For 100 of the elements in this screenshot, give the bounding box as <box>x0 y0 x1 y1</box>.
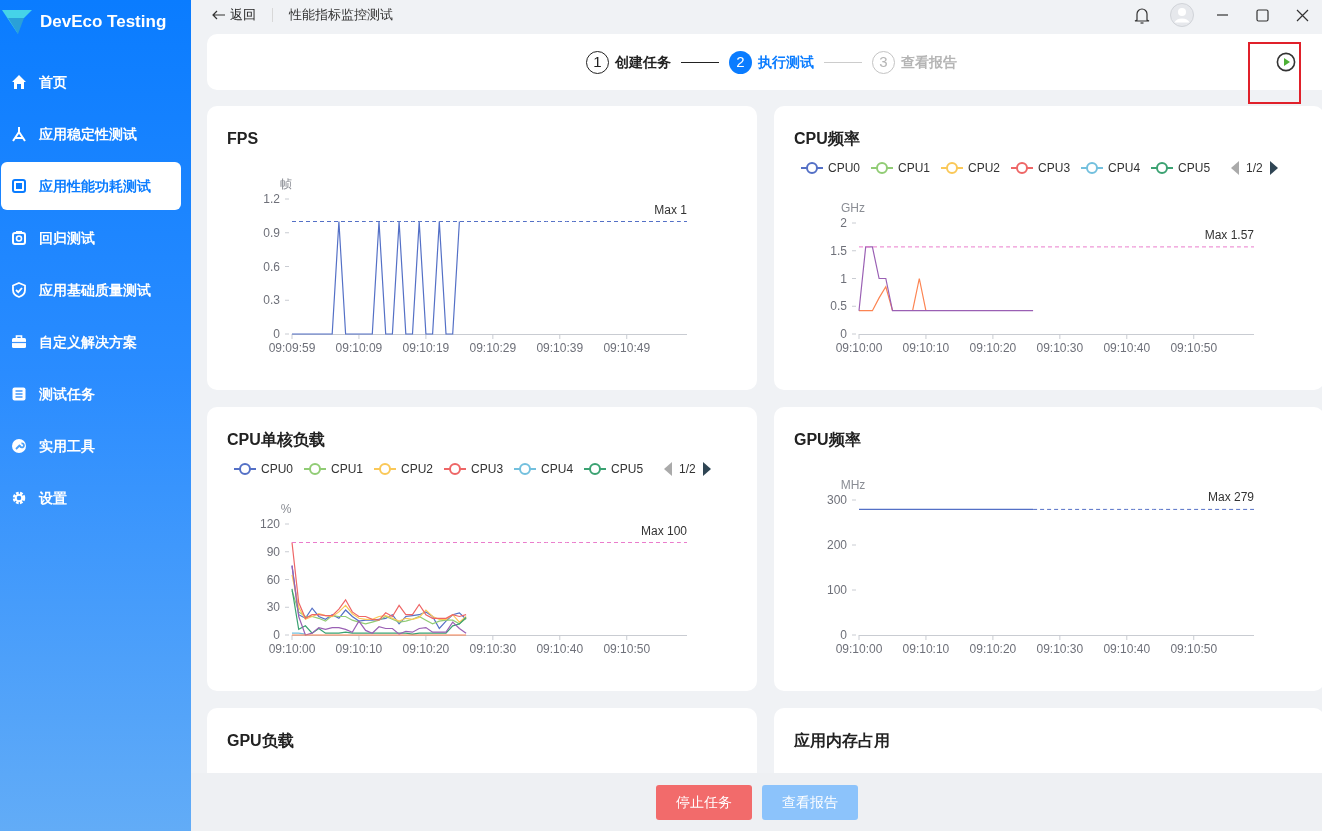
axis-label: 09:10:40 <box>1103 341 1151 355</box>
axis-label: 09:10:49 <box>603 341 651 355</box>
axis-label: 0 <box>273 628 280 642</box>
axis-label: 09:10:19 <box>402 341 450 355</box>
max-label: Max 1 <box>654 202 687 217</box>
step-number: 2 <box>729 50 752 74</box>
axis-label: 0.6 <box>263 259 280 274</box>
axis-label: 2 <box>840 216 847 230</box>
axis-label: 0.9 <box>263 225 280 240</box>
max-label: Max 279 <box>1207 490 1254 505</box>
axis-label: 09:10:50 <box>603 642 651 656</box>
sidebar-item[interactable]: 应用性能功耗测试 <box>1 162 181 210</box>
axis-label: 1 <box>840 271 847 286</box>
axis-label: 100 <box>826 583 847 597</box>
legend-item[interactable]: CPU5 <box>583 460 644 478</box>
app-name: DevEco Testing <box>40 11 167 34</box>
axis-label: 90 <box>266 544 280 559</box>
axis-title: GHz <box>841 201 865 215</box>
axis-label: 0 <box>840 327 847 341</box>
card-title: CPU频率 <box>794 130 860 147</box>
axis-label: 09:10:30 <box>1036 642 1084 656</box>
axis-label: 09:10:00 <box>268 642 316 656</box>
axis-label: 09:09:59 <box>268 341 316 355</box>
axis-title: MHz <box>840 478 866 492</box>
legend-item[interactable]: CPU3 <box>443 460 504 478</box>
previous-page-button[interactable] <box>663 462 674 476</box>
axis-label: 09:10:00 <box>835 642 883 656</box>
axis-label: 60 <box>266 572 280 587</box>
legend-item[interactable]: CPU2 <box>373 460 434 478</box>
step-label: 创建任务 <box>615 52 671 72</box>
legend-item[interactable]: CPU3 <box>1010 159 1071 177</box>
avatar-icon <box>1170 3 1194 27</box>
legend-item[interactable]: CPU4 <box>513 460 574 478</box>
play-button[interactable] <box>1276 52 1296 72</box>
axis-label: 0.5 <box>830 299 847 314</box>
triangle-right-icon <box>701 462 712 476</box>
camera-icon <box>11 230 27 246</box>
axis-label: 09:10:20 <box>402 642 450 656</box>
axis-label: 09:10:30 <box>1036 341 1084 355</box>
legend-item[interactable]: CPU2 <box>940 159 1001 177</box>
axis-title: % <box>280 502 292 516</box>
sidebar-item[interactable]: 应用稳定性测试 <box>1 110 181 158</box>
home-icon <box>11 74 27 90</box>
settings-icon <box>11 490 27 506</box>
axis-label: 30 <box>266 600 280 615</box>
close-icon <box>1295 8 1309 22</box>
axis-label: 0 <box>840 628 847 642</box>
page-indicator: 1/2 <box>679 461 696 478</box>
axis-label: 120 <box>259 517 280 531</box>
triangle-right-icon <box>1268 161 1279 175</box>
axis-label: 09:10:50 <box>1170 642 1218 656</box>
list-icon <box>11 386 27 402</box>
axis-label: 09:10:20 <box>969 341 1017 355</box>
axis-label: 09:10:10 <box>335 642 383 656</box>
axis-label: 09:10:30 <box>469 642 517 656</box>
max-label: Max 100 <box>640 523 687 538</box>
legend-item[interactable]: CPU0 <box>800 159 860 177</box>
axis-label: 0.3 <box>263 293 280 308</box>
shield-check-icon <box>11 282 27 298</box>
axis-label: 09:10:40 <box>536 642 584 656</box>
axis-label: 09:10:39 <box>536 341 584 355</box>
axis-label: 09:10:40 <box>1103 642 1151 656</box>
axis-label: 1.5 <box>830 243 847 258</box>
card-title: GPU负载 <box>227 732 294 749</box>
card-title: 应用内存占用 <box>794 732 890 749</box>
page-title: 性能指标监控测试 <box>289 6 393 25</box>
previous-page-button[interactable] <box>1230 161 1241 175</box>
axis-label: 1.2 <box>263 192 280 206</box>
legend-item[interactable]: CPU4 <box>1080 159 1141 177</box>
briefcase-icon <box>11 334 27 350</box>
axis-label: 09:10:09 <box>335 341 383 355</box>
card-title: CPU单核负载 <box>227 431 325 448</box>
tripod-icon <box>11 126 27 142</box>
play-icon <box>1276 52 1296 72</box>
step-label: 执行测试 <box>758 52 814 72</box>
axis-title: 帧 <box>280 177 292 191</box>
arrow-left-icon <box>211 9 226 21</box>
axis-label: 09:10:10 <box>902 642 950 656</box>
axis-label: 09:10:20 <box>969 642 1017 656</box>
legend-item[interactable]: CPU5 <box>1150 159 1211 177</box>
axis-label: 09:10:00 <box>835 341 883 355</box>
notification-icon <box>1134 6 1150 24</box>
next-page-button[interactable] <box>701 462 712 476</box>
axis-label: 09:10:10 <box>902 341 950 355</box>
page-indicator: 1/2 <box>1246 160 1263 177</box>
maximize-icon <box>1255 8 1269 22</box>
max-label: Max 1.57 <box>1204 227 1254 242</box>
next-page-button[interactable] <box>1268 161 1279 175</box>
sidebar-item[interactable]: 回归测试 <box>1 214 181 262</box>
triangle-left-icon <box>1230 161 1241 175</box>
sidebar-item[interactable]: 首页 <box>1 58 181 106</box>
legend-item[interactable]: CPU0 <box>233 460 293 478</box>
legend-item[interactable]: CPU1 <box>303 460 364 478</box>
step-label: 查看报告 <box>901 52 957 72</box>
triangle-left-icon <box>663 462 674 476</box>
legend-item[interactable]: CPU1 <box>870 159 931 177</box>
wrench-icon <box>11 438 27 454</box>
axis-label: 09:10:29 <box>469 341 517 355</box>
back-link[interactable]: 返回 <box>211 5 256 25</box>
axis-label: 200 <box>826 538 847 552</box>
